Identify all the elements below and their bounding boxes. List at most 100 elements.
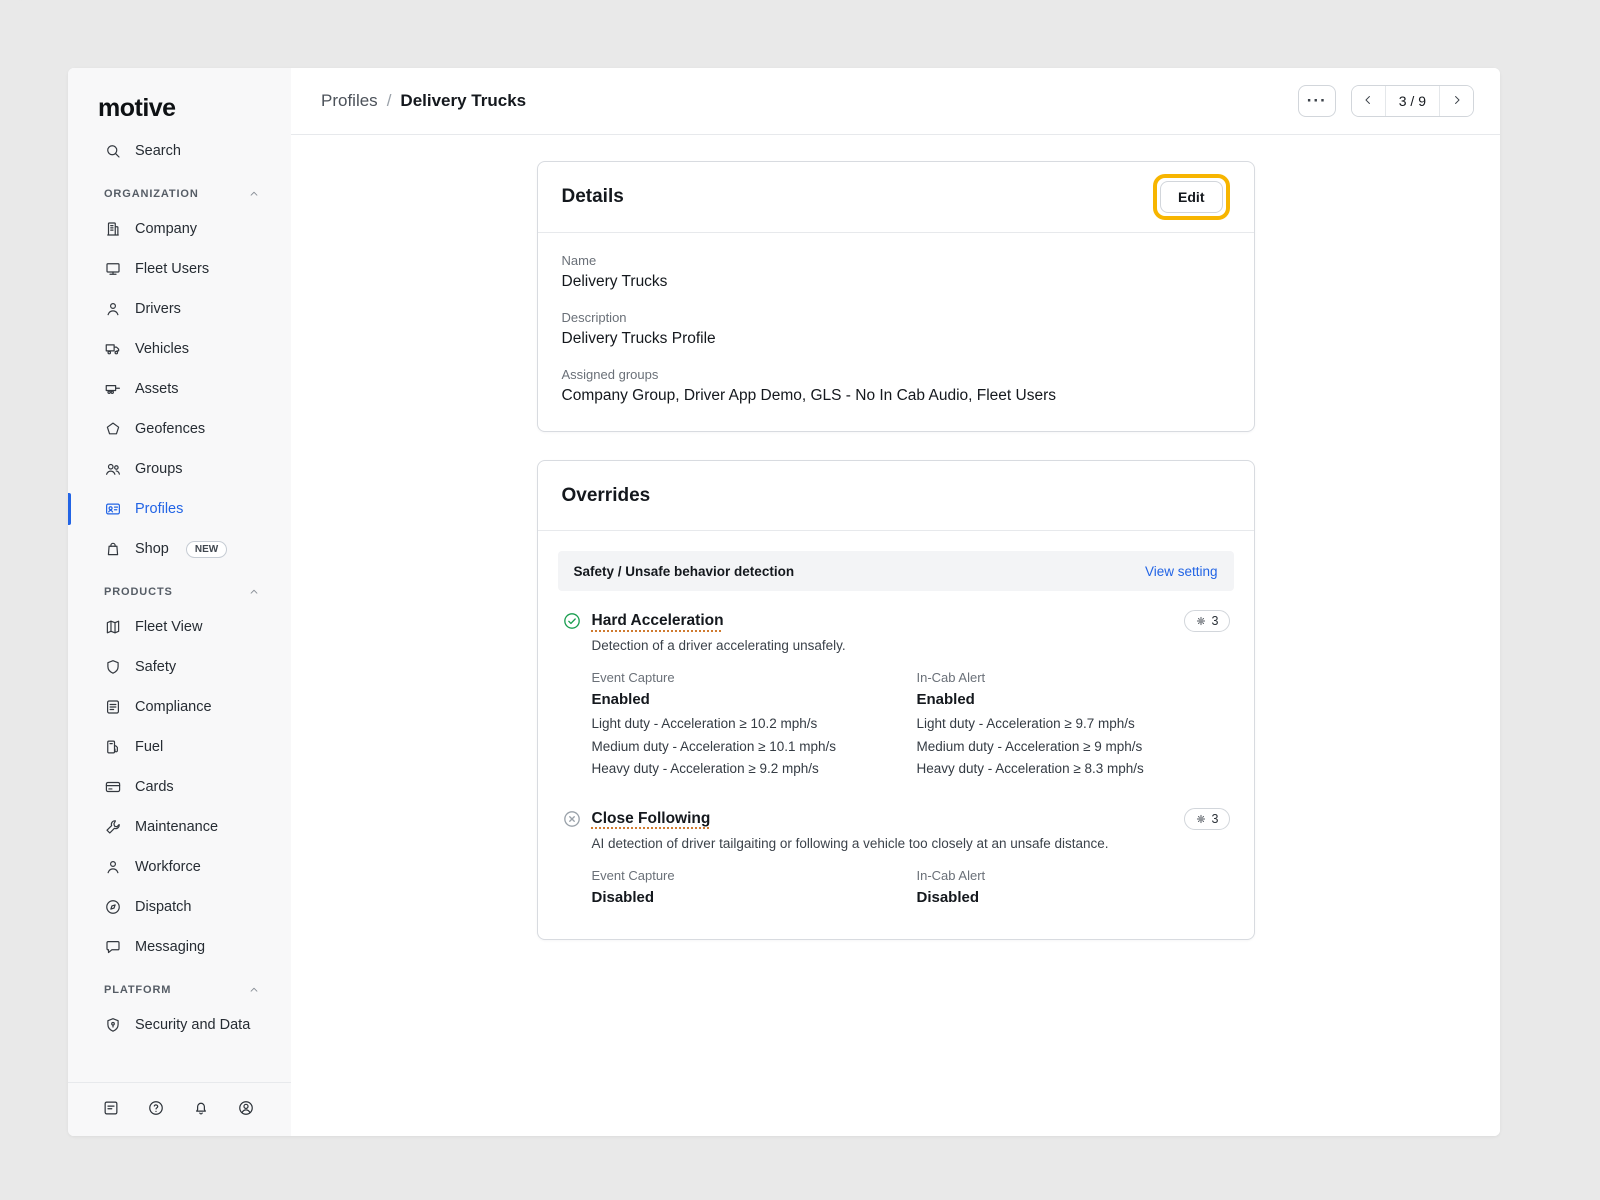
sidebar-item-company[interactable]: Company [68,209,291,249]
chevron-right-icon [1450,93,1464,110]
help-button[interactable] [147,1099,165,1120]
help-icon [147,1099,165,1120]
sidebar-item-dispatch[interactable]: Dispatch [68,887,291,927]
map-icon [104,618,122,636]
sidebar-item-groups[interactable]: Groups [68,449,291,489]
column-in-cab-alert: In-Cab Alert Disabled [917,868,1230,911]
sidebar: motive Search ORGANIZATION Company Fleet… [68,68,291,1136]
notifications-button[interactable] [192,1099,210,1120]
field-assigned-groups: Assigned groups Company Group, Driver Ap… [562,367,1230,405]
override-name[interactable]: Close Following [592,810,711,828]
motive-logo-text: motive [98,94,176,122]
override-count-pill[interactable]: 3 [1184,610,1230,632]
override-head: Close Following 3 [562,808,1230,830]
bell-icon [192,1099,210,1120]
credit-card-icon [104,778,122,796]
view-setting-link[interactable]: View setting [1145,564,1218,579]
account-icon [237,1099,255,1120]
override-head: Hard Acceleration 3 [562,610,1230,632]
profile-card-gear-icon [104,500,122,518]
truck-icon [104,340,122,358]
column-in-cab-alert: In-Cab Alert Enabled Light duty - Accele… [917,670,1230,781]
column-detail: Medium duty - Acceleration ≥ 10.1 mph/s [592,736,917,759]
sidebar-item-shop[interactable]: Shop NEW [68,529,291,569]
section-header-products[interactable]: PRODUCTS [68,569,291,607]
column-detail: Heavy duty - Acceleration ≥ 8.3 mph/s [917,758,1230,781]
sidebar-item-search[interactable]: Search [68,131,291,171]
sidebar-item-label: Assets [135,381,179,397]
override-count-pill[interactable]: 3 [1184,808,1230,830]
ellipsis-icon: ··· [1307,91,1327,111]
sidebar-item-compliance[interactable]: Compliance [68,687,291,727]
sidebar-item-label: Maintenance [135,819,218,835]
sidebar-item-messaging[interactable]: Messaging [68,927,291,967]
override-section-band: Safety / Unsafe behavior detection View … [558,551,1234,591]
field-label: Name [562,253,1230,268]
field-value: Company Group, Driver App Demo, GLS - No… [562,387,1230,405]
override-section-label: Safety / Unsafe behavior detection [574,564,795,579]
override-columns: Event Capture Disabled In-Cab Alert Disa… [592,868,1230,911]
field-label: Assigned groups [562,367,1230,382]
details-card-header: Details Edit [538,162,1254,233]
page-indicator: 3 / 9 [1386,86,1439,116]
account-button[interactable] [237,1099,255,1120]
pagination: 3 / 9 [1351,85,1474,117]
compass-icon [104,898,122,916]
chevron-up-icon [247,983,261,997]
sidebar-item-label: Fuel [135,739,163,755]
trailer-icon [104,380,122,398]
sidebar-item-workforce[interactable]: Workforce [68,847,291,887]
override-name[interactable]: Hard Acceleration [592,612,724,630]
main-area: Profiles / Delivery Trucks ··· 3 / 9 Det… [291,68,1500,1136]
sidebar-footer [68,1082,291,1136]
section-header-organization[interactable]: ORGANIZATION [68,171,291,209]
prev-page-button[interactable] [1352,86,1386,116]
sidebar-item-label: Groups [135,461,183,477]
topbar: Profiles / Delivery Trucks ··· 3 / 9 [291,68,1500,135]
sidebar-item-fuel[interactable]: Fuel [68,727,291,767]
sidebar-item-assets[interactable]: Assets [68,369,291,409]
sidebar-item-label: Drivers [135,301,181,317]
more-options-button[interactable]: ··· [1298,85,1336,117]
sidebar-item-maintenance[interactable]: Maintenance [68,807,291,847]
details-title: Details [562,186,624,208]
sidebar-item-safety[interactable]: Safety [68,647,291,687]
sidebar-item-label: Cards [135,779,174,795]
sidebar-item-geofences[interactable]: Geofences [68,409,291,449]
motive-logo: motive [68,68,291,131]
sidebar-item-label: Compliance [135,699,212,715]
sidebar-item-label: Profiles [135,501,183,517]
section-label: ORGANIZATION [104,188,199,200]
sidebar-item-label: Shop [135,541,169,557]
section-header-platform[interactable]: PLATFORM [68,967,291,1005]
gear-icon [1195,813,1207,825]
x-circle-icon [562,809,582,829]
sidebar-item-fleet-users[interactable]: Fleet Users [68,249,291,289]
sidebar-item-label: Search [135,143,181,159]
sidebar-item-cards[interactable]: Cards [68,767,291,807]
whats-new-button[interactable] [102,1099,120,1120]
wrench-icon [104,818,122,836]
sidebar-item-profiles[interactable]: Profiles [68,489,291,529]
breadcrumb-profiles-link[interactable]: Profiles [321,91,378,111]
column-value: Disabled [917,889,1230,906]
breadcrumb-current: Delivery Trucks [400,91,526,111]
sidebar-item-security-and-data[interactable]: Security and Data [68,1005,291,1045]
sidebar-item-label: Fleet Users [135,261,209,277]
column-detail: Medium duty - Acceleration ≥ 9 mph/s [917,736,1230,759]
page-content: Details Edit Name Delivery Trucks Descri… [291,135,1500,1136]
chevron-up-icon [247,585,261,599]
overrides-card-header: Overrides [538,461,1254,531]
new-badge: NEW [186,541,227,558]
column-label: Event Capture [592,670,917,685]
next-page-button[interactable] [1439,86,1473,116]
field-value: Delivery Trucks [562,273,1230,291]
monitor-icon [104,260,122,278]
sidebar-item-fleet-view[interactable]: Fleet View [68,607,291,647]
sidebar-item-vehicles[interactable]: Vehicles [68,329,291,369]
sidebar-item-label: Fleet View [135,619,202,635]
edit-button[interactable]: Edit [1160,181,1222,213]
topbar-actions: ··· 3 / 9 [1298,85,1474,117]
override-count: 3 [1212,812,1219,826]
sidebar-item-drivers[interactable]: Drivers [68,289,291,329]
